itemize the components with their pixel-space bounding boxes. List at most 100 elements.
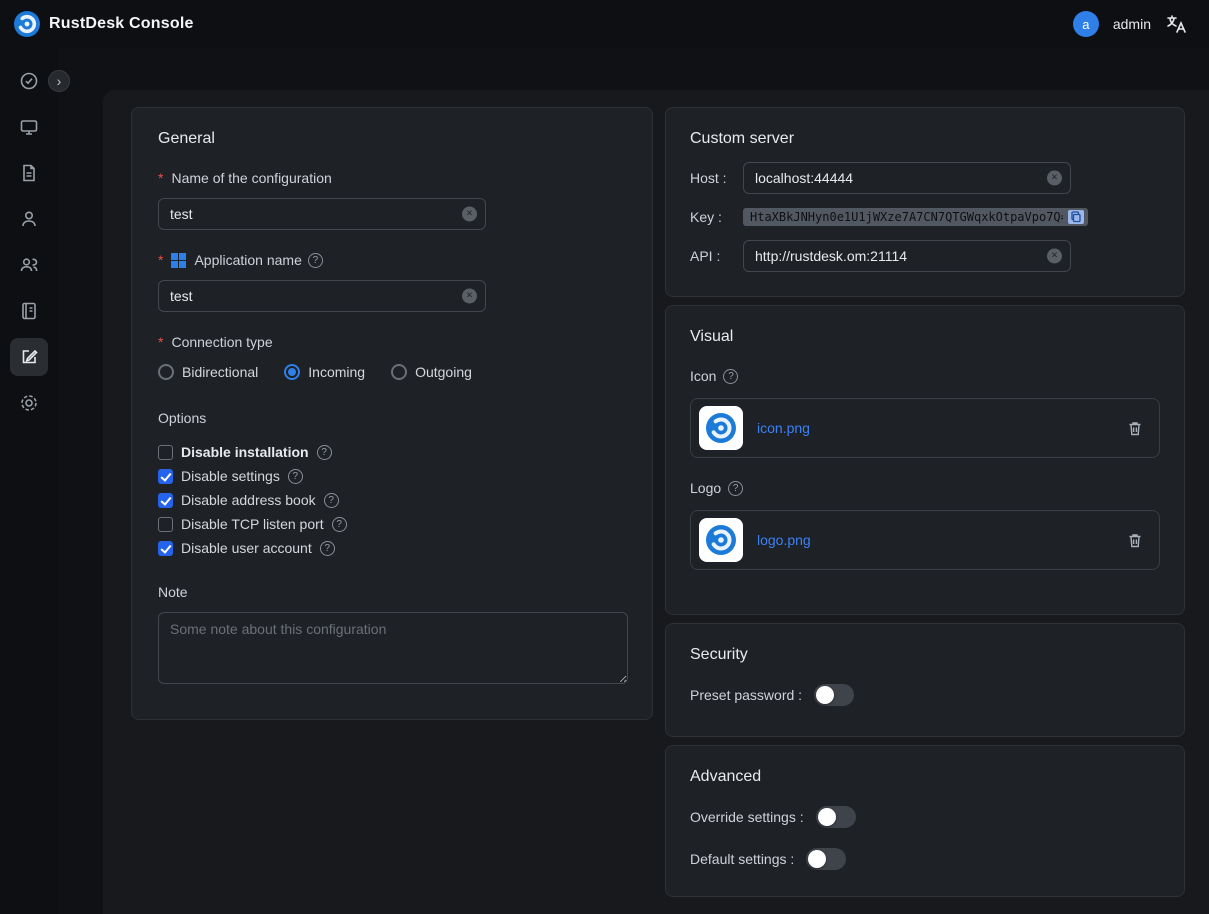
radio-icon[interactable] — [391, 364, 407, 380]
gear-icon — [19, 393, 39, 413]
clear-icon[interactable]: × — [462, 289, 477, 304]
help-icon[interactable]: ? — [308, 253, 323, 268]
advanced-card: Advanced Override settings : Default set… — [665, 745, 1185, 897]
name-label: * Name of the configuration — [158, 170, 626, 186]
preset-password-toggle[interactable] — [814, 684, 854, 706]
radio-icon[interactable] — [284, 364, 300, 380]
preset-password-label: Preset password : — [690, 687, 802, 703]
key-value: HtaXBkJNHyn0e1U1jWXze7A7CN7QTGWqxkOtpaVp… — [750, 210, 1063, 224]
radio-icon[interactable] — [158, 364, 174, 380]
custom-server-title: Custom server — [690, 130, 1160, 148]
help-icon[interactable]: ? — [723, 369, 738, 384]
checkbox-icon[interactable] — [158, 517, 173, 532]
key-label: Key : — [690, 209, 743, 225]
custom-server-card: Custom server Host : × Key : HtaXBkJNHyn… — [665, 107, 1185, 297]
sidebar — [0, 48, 58, 914]
default-settings-toggle[interactable] — [806, 848, 846, 870]
application-name-input[interactable] — [158, 280, 486, 312]
help-icon[interactable]: ? — [288, 469, 303, 484]
clear-icon[interactable]: × — [462, 207, 477, 222]
sidebar-expand-button[interactable]: › — [48, 70, 70, 92]
username[interactable]: admin — [1113, 16, 1151, 32]
options-group: Disable installation ? Disable settings … — [158, 444, 626, 556]
icon-label: Icon ? — [690, 368, 1160, 384]
sidebar-item-groups[interactable] — [10, 246, 48, 284]
translate-icon[interactable] — [1165, 13, 1187, 35]
sidebar-item-status[interactable] — [10, 62, 48, 100]
user-icon — [19, 209, 39, 229]
clear-icon[interactable]: × — [1047, 171, 1062, 186]
note-label: Note — [158, 584, 626, 600]
logo-label: Logo ? — [690, 480, 1160, 496]
icon-file-link[interactable]: icon.png — [757, 420, 1113, 436]
override-settings-toggle[interactable] — [816, 806, 856, 828]
required-icon: * — [158, 334, 163, 350]
sidebar-item-settings[interactable] — [10, 384, 48, 422]
option-disable-address-book[interactable]: Disable address book ? — [158, 492, 626, 508]
sidebar-item-audit[interactable] — [10, 154, 48, 192]
radio-bidirectional[interactable]: Bidirectional — [158, 364, 258, 380]
api-label: API : — [690, 248, 743, 264]
book-icon — [19, 301, 39, 321]
default-settings-label: Default settings : — [690, 851, 794, 867]
logo-file-row: logo.png — [690, 510, 1160, 570]
advanced-title: Advanced — [690, 768, 1160, 786]
option-disable-user-account[interactable]: Disable user account ? — [158, 540, 626, 556]
circle-check-icon — [19, 71, 39, 91]
config-name-input[interactable] — [158, 198, 486, 230]
general-title: General — [158, 130, 626, 148]
file-text-icon — [19, 163, 39, 183]
option-disable-settings[interactable]: Disable settings ? — [158, 468, 626, 484]
radio-incoming[interactable]: Incoming — [284, 364, 365, 380]
visual-title: Visual — [690, 328, 1160, 346]
override-settings-label: Override settings : — [690, 809, 804, 825]
logo-file-link[interactable]: logo.png — [757, 532, 1113, 548]
sidebar-item-custom-client[interactable] — [10, 338, 48, 376]
sidebar-item-users[interactable] — [10, 200, 48, 238]
edit-square-icon — [19, 347, 39, 367]
monitor-icon — [19, 117, 39, 137]
key-value-chip: HtaXBkJNHyn0e1U1jWXze7A7CN7QTGWqxkOtpaVp… — [743, 208, 1088, 226]
api-input[interactable] — [743, 240, 1071, 272]
option-disable-installation[interactable]: Disable installation ? — [158, 444, 626, 460]
sidebar-item-address-book[interactable] — [10, 292, 48, 330]
host-input[interactable] — [743, 162, 1071, 194]
note-textarea[interactable] — [158, 612, 628, 684]
security-title: Security — [690, 646, 1160, 664]
help-icon[interactable]: ? — [320, 541, 335, 556]
security-card: Security Preset password : — [665, 623, 1185, 737]
avatar[interactable]: a — [1073, 11, 1099, 37]
required-icon: * — [158, 252, 163, 268]
checkbox-icon[interactable] — [158, 493, 173, 508]
general-card: General * Name of the configuration × * … — [131, 107, 653, 720]
option-disable-tcp-listen-port[interactable]: Disable TCP listen port ? — [158, 516, 626, 532]
copy-icon[interactable] — [1068, 210, 1084, 224]
application-name-label: * Application name ? — [158, 252, 626, 268]
visual-card: Visual Icon ? icon.png — [665, 305, 1185, 615]
host-label: Host : — [690, 170, 743, 186]
radio-outgoing[interactable]: Outgoing — [391, 364, 472, 380]
help-icon[interactable]: ? — [317, 445, 332, 460]
connection-type-label: * Connection type — [158, 334, 626, 350]
topbar: RustDesk Console a admin — [0, 0, 1209, 48]
users-group-icon — [19, 255, 39, 275]
checkbox-icon[interactable] — [158, 541, 173, 556]
logo-thumbnail — [699, 518, 743, 562]
icon-file-row: icon.png — [690, 398, 1160, 458]
checkbox-icon[interactable] — [158, 445, 173, 460]
help-icon[interactable]: ? — [324, 493, 339, 508]
checkbox-icon[interactable] — [158, 469, 173, 484]
connection-type-group: Bidirectional Incoming Outgoing — [158, 364, 626, 380]
windows-logo-icon — [171, 253, 186, 268]
sidebar-item-devices[interactable] — [10, 108, 48, 146]
help-icon[interactable]: ? — [728, 481, 743, 496]
clear-icon[interactable]: × — [1047, 249, 1062, 264]
icon-thumbnail — [699, 406, 743, 450]
trash-icon[interactable] — [1127, 532, 1143, 549]
help-icon[interactable]: ? — [332, 517, 347, 532]
trash-icon[interactable] — [1127, 420, 1143, 437]
app-title: RustDesk Console — [49, 15, 194, 33]
rustdesk-logo-icon — [14, 11, 40, 37]
brand: RustDesk Console — [14, 11, 194, 37]
options-label: Options — [158, 410, 626, 426]
